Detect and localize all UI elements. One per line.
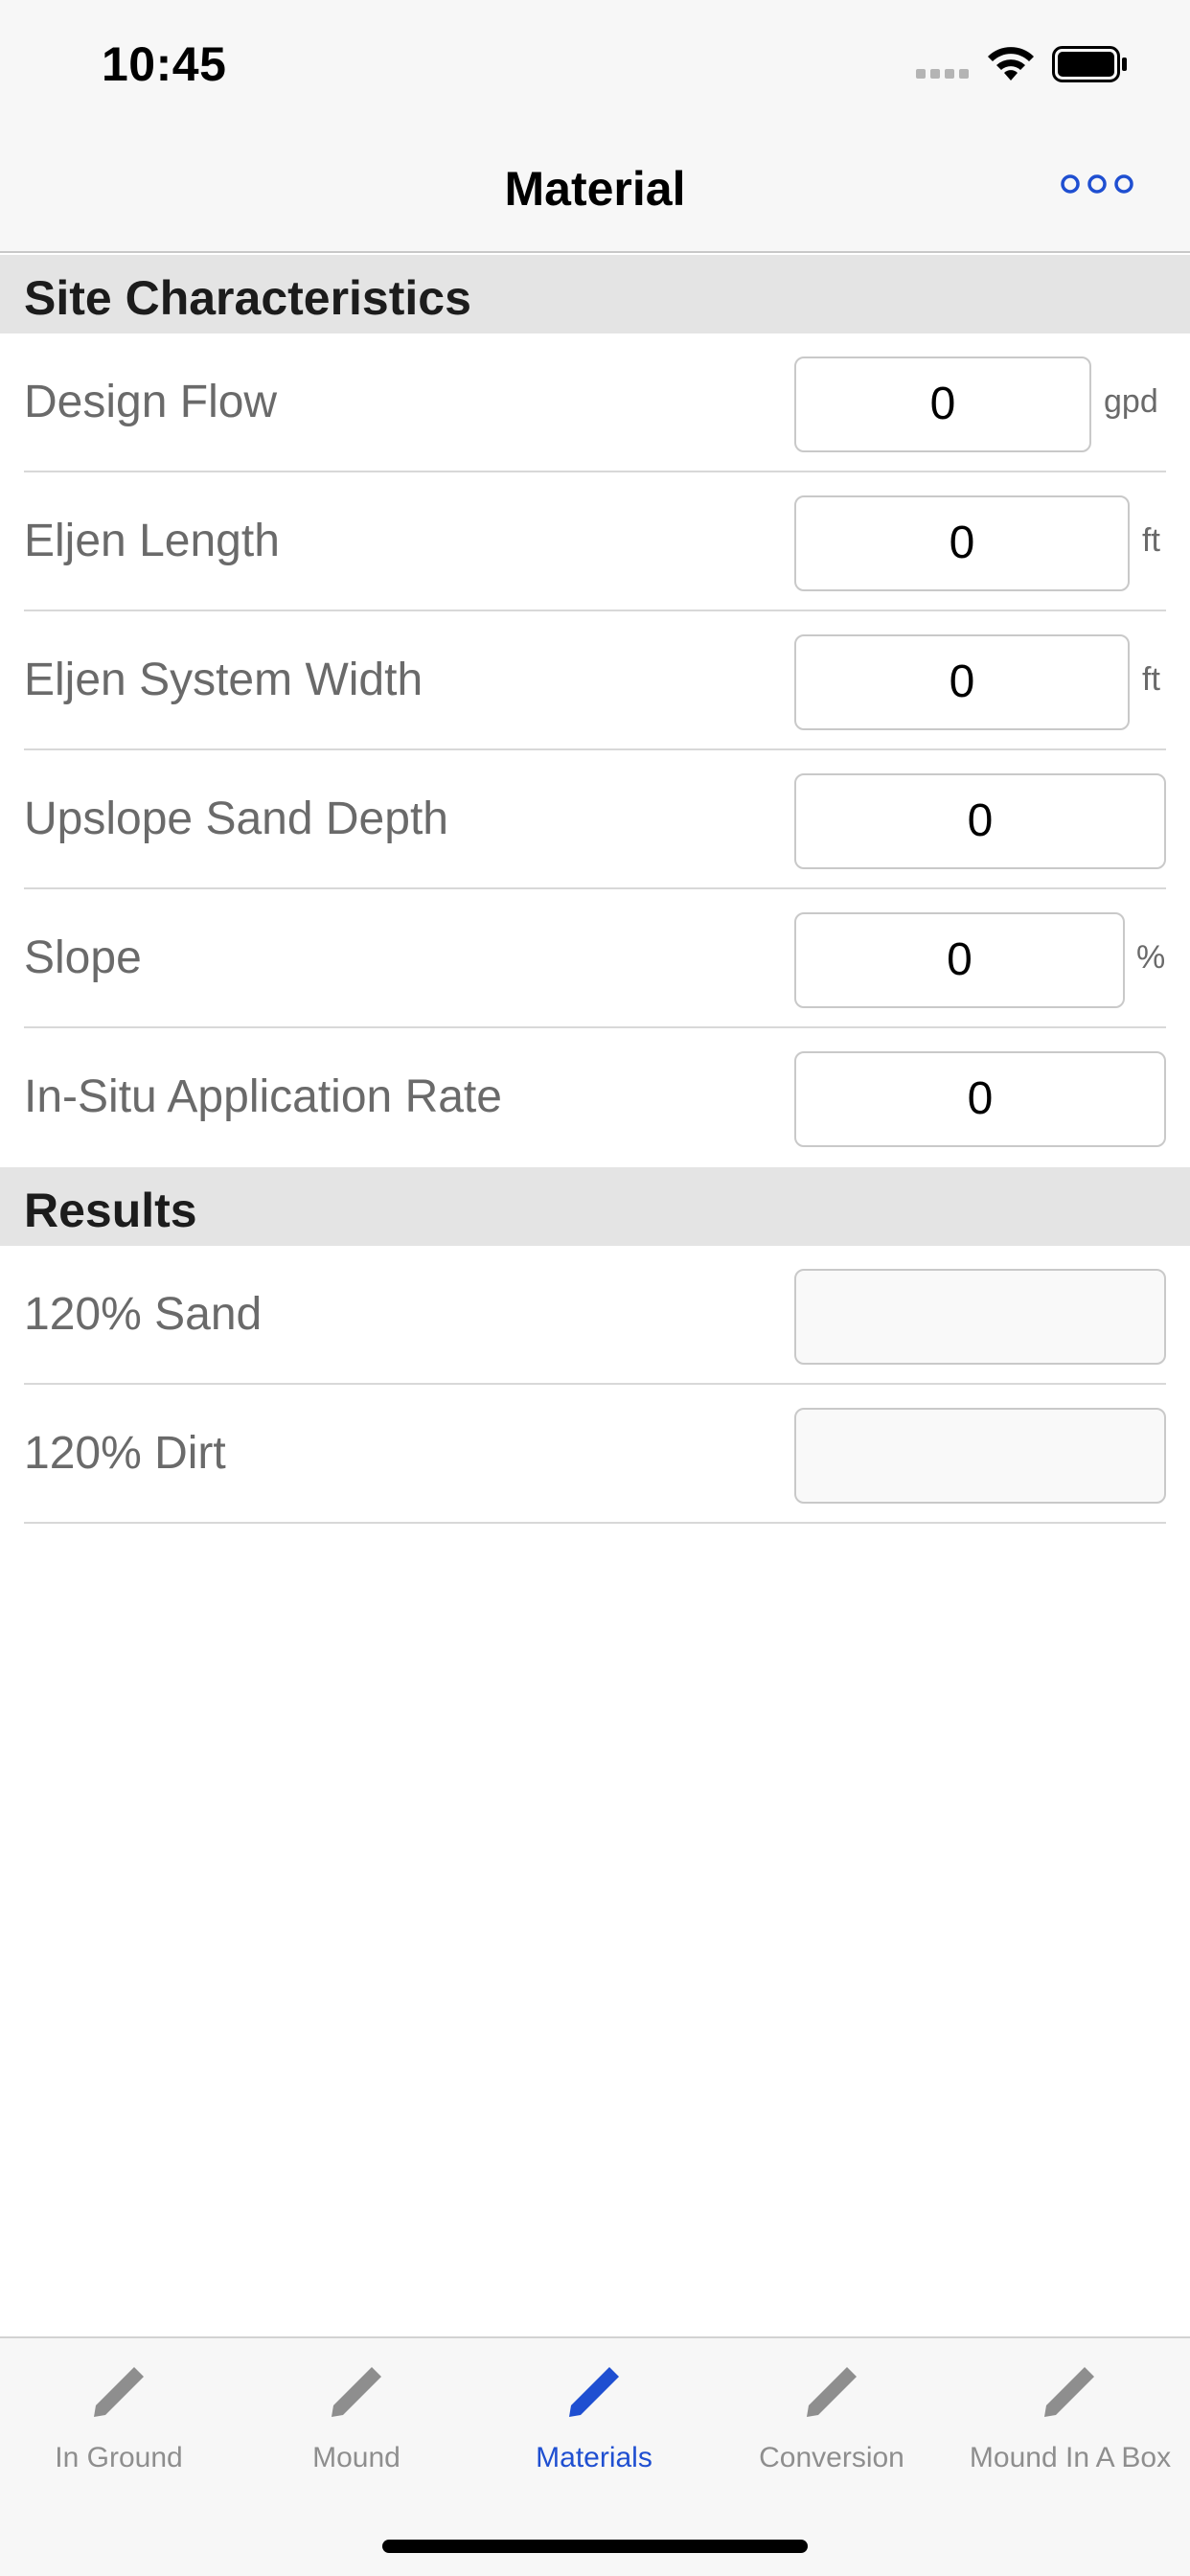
tab-label: Materials [536,2442,652,2473]
row-result-dirt: 120% Dirt [0,1385,1190,1524]
dirt-label: 120% Dirt [24,1428,226,1479]
pencil-icon [1044,2367,1094,2417]
tab-conversion[interactable]: Conversion [713,2338,950,2492]
tab-label: Conversion [759,2442,904,2473]
tab-mound[interactable]: Mound [238,2338,475,2492]
row-eljen-width: Eljen System Width 0 ft [0,611,1190,750]
wifi-icon [988,47,1034,80]
cellular-signal-icon [916,69,969,79]
screen: 10:45 Material Site Characteristics Desi… [0,0,1190,2576]
slope-unit: % [1136,939,1166,976]
pencil-icon [569,2367,619,2417]
home-indicator [382,2540,808,2553]
section-header-results: Results [0,1167,1190,1246]
sand-label: 120% Sand [24,1289,263,1340]
slope-input[interactable]: 0 [794,912,1125,1008]
row-upslope-depth: Upslope Sand Depth 0 [0,750,1190,889]
tab-label: Mound In A Box [969,2442,1172,2473]
eljen-width-unit: ft [1142,661,1160,698]
tab-materials[interactable]: Materials [475,2338,713,2492]
tab-mound-in-a-box[interactable]: Mound In A Box [950,2338,1190,2492]
row-slope: Slope 0 % [0,889,1190,1028]
design-flow-input[interactable]: 0 [794,356,1091,452]
page-title: Material [504,162,686,216]
tab-label: In Ground [55,2442,183,2473]
application-rate-input[interactable]: 0 [794,1051,1166,1147]
section-title-site: Site Characteristics [24,271,471,325]
pencil-icon [332,2367,381,2417]
dirt-result-field [794,1408,1166,1504]
tab-in-ground[interactable]: In Ground [0,2338,238,2492]
pencil-icon [94,2367,144,2417]
more-options-button[interactable] [1059,165,1135,203]
sand-result-field [794,1269,1166,1365]
row-eljen-length: Eljen Length 0 ft [0,472,1190,611]
design-flow-unit: gpd [1104,383,1158,420]
row-application-rate: In-Situ Application Rate 0 [0,1028,1190,1167]
section-header-site: Site Characteristics [0,255,1190,334]
tab-label: Mound [312,2442,400,2473]
status-time: 10:45 [102,37,227,91]
eljen-width-input[interactable]: 0 [794,634,1130,730]
eljen-length-label: Eljen Length [24,516,280,566]
row-design-flow: Design Flow 0 gpd [0,334,1190,472]
status-bar: 10:45 [0,0,1190,126]
section-title-results: Results [24,1184,197,1237]
slope-label: Slope [24,932,142,983]
navigation-bar: Material [0,126,1190,253]
design-flow-label: Design Flow [24,377,278,427]
row-result-sand: 120% Sand [0,1246,1190,1385]
eljen-length-unit: ft [1142,522,1160,559]
eljen-width-label: Eljen System Width [24,655,423,705]
battery-icon [1052,46,1127,82]
eljen-length-input[interactable]: 0 [794,495,1130,591]
application-rate-label: In-Situ Application Rate [24,1071,502,1122]
pencil-icon [807,2367,857,2417]
upslope-depth-label: Upslope Sand Depth [24,794,448,844]
row-divider [24,1522,1166,1524]
upslope-depth-input[interactable]: 0 [794,773,1166,869]
